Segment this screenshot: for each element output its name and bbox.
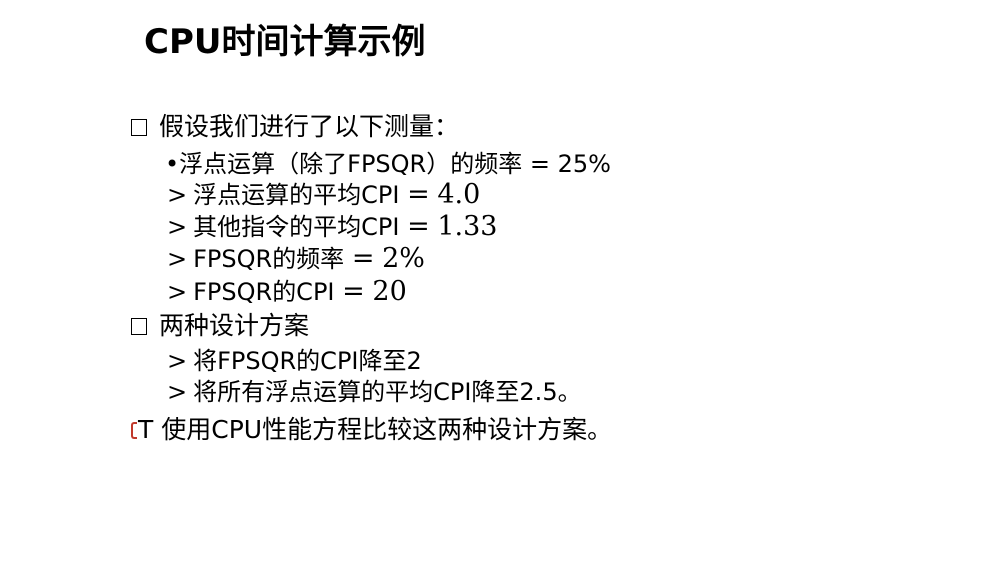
sub-item-value: 2% — [382, 243, 425, 274]
greater-than-icon: > — [167, 378, 188, 406]
bullet-design-options: 两种设计方案 — [131, 311, 309, 341]
sub-item-other-cpi: > 其他指令的平均CPI = 1.33 — [167, 212, 497, 242]
greater-than-icon: > — [167, 278, 188, 306]
bullet-text: 假设我们进行了以下测量： — [159, 112, 460, 141]
square-bullet-icon — [131, 119, 147, 136]
sub-item-fp-frequency: •浮点运算（除了FPSQR）的频率 = 25% — [165, 149, 611, 179]
sub-item-option-1: > 将FPSQR的CPI降至2 — [167, 346, 422, 376]
greater-than-icon: > — [167, 181, 188, 209]
sub-item-text: 将所有浮点运算的平均CPI降至2.5。 — [193, 378, 582, 406]
square-bullet-icon — [131, 318, 147, 335]
slide-title: CPU时间计算示例 — [144, 22, 426, 62]
bullet-text: 两种设计方案 — [159, 311, 310, 340]
sub-item-fp-cpi: > 浮点运算的平均CPI = 4.0 — [167, 180, 480, 210]
bullet-text: 使用CPU性能方程比较这两种设计方案。 — [161, 415, 613, 444]
bullet-prefix: T — [138, 415, 154, 444]
equals-sign: = — [407, 179, 430, 210]
sub-item-fpsqr-frequency: > FPSQR的频率 = 2% — [167, 244, 425, 274]
sub-item-text: 浮点运算的平均CPI — [193, 181, 400, 209]
sub-item-text: FPSQR的频率 — [193, 245, 345, 273]
sub-item-fpsqr-cpi: > FPSQR的CPI = 20 — [167, 277, 407, 307]
greater-than-icon: > — [167, 347, 188, 375]
sub-item-value: 20 — [372, 276, 407, 307]
sub-item-value: 4.0 — [437, 179, 481, 210]
sub-item-text: •浮点运算（除了FPSQR）的频率 = 25% — [165, 150, 611, 178]
equals-sign: = — [351, 243, 375, 274]
greater-than-icon: > — [167, 213, 188, 241]
slide: CPU时间计算示例 假设我们进行了以下测量： •浮点运算（除了FPSQR）的频率… — [0, 0, 1006, 566]
bracket-marker-icon — [131, 422, 137, 439]
bullet-task: T 使用CPU性能方程比较这两种设计方案。 — [131, 415, 612, 445]
sub-item-value: 1.33 — [437, 211, 498, 242]
sub-item-option-2: > 将所有浮点运算的平均CPI降至2.5。 — [167, 377, 582, 407]
equals-sign: = — [342, 276, 365, 307]
sub-item-text: 其他指令的平均CPI — [193, 213, 400, 241]
greater-than-icon: > — [167, 245, 188, 273]
bullet-assumption: 假设我们进行了以下测量： — [131, 112, 459, 142]
equals-sign: = — [407, 211, 430, 242]
sub-item-text: 将FPSQR的CPI降至2 — [193, 347, 422, 375]
sub-item-text: FPSQR的CPI — [193, 278, 335, 306]
